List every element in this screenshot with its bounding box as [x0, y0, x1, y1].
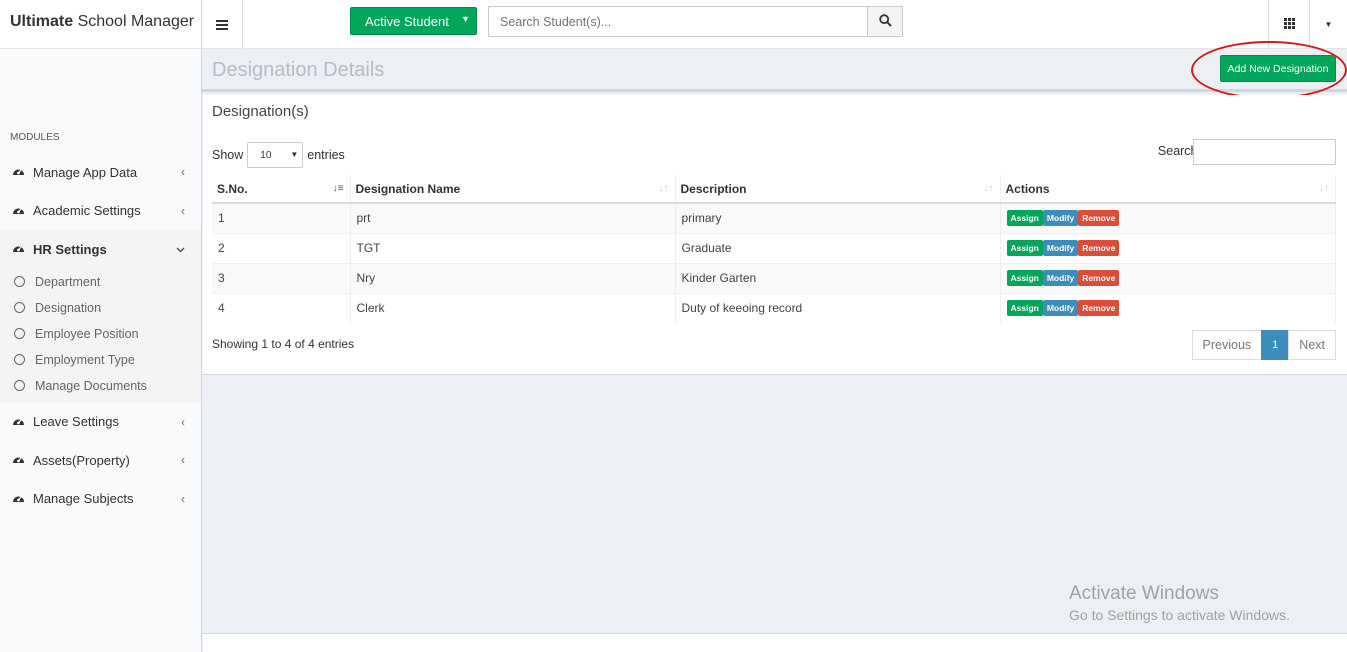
modify-button[interactable]: Modify — [1042, 300, 1079, 317]
sidebar-subitem-designation[interactable]: Designation — [0, 295, 201, 321]
assign-button[interactable]: Assign — [1006, 240, 1043, 256]
chevron-left-icon: ‹ — [181, 414, 185, 429]
sidebar-item-label: Leave Settings — [33, 414, 120, 430]
entries-length-control: Show 10 ▼ entries — [212, 142, 345, 168]
row-actions: Assign Modify Remove — [1000, 262, 1336, 293]
sidebar-item-academic-settings[interactable]: Academic Settings ‹ — [0, 192, 201, 231]
chevron-left-icon: ‹ — [181, 453, 185, 468]
entries-per-page-select[interactable]: 10 ▼ — [247, 142, 304, 168]
table-info-text: Showing 1 to 4 of 4 entries — [212, 337, 355, 351]
sidebar-item-label: Manage Subjects — [33, 491, 134, 507]
sort-asc-icon: ↓≡ — [332, 183, 344, 194]
assign-button[interactable]: Assign — [1006, 210, 1043, 227]
dashboard-icon — [12, 492, 26, 506]
chevron-down-icon — [176, 242, 185, 256]
table-row: 1 prt primary Assign Modify Remove — [212, 202, 1336, 233]
windows-activation-watermark: Activate Windows Go to Settings to activ… — [1069, 583, 1290, 623]
circle-icon — [14, 276, 25, 287]
caret-down-icon: ▼ — [1324, 20, 1333, 29]
sidebar-item-hr-settings[interactable]: HR Settings — [0, 230, 201, 269]
column-header-sno[interactable]: S.No. ↓≡ — [212, 175, 351, 204]
sidebar-subitem-manage-documents[interactable]: Manage Documents — [0, 373, 201, 399]
page-title: Designation Details — [212, 59, 385, 81]
active-student-dropdown[interactable]: Active Student ▼ — [350, 7, 477, 35]
sidebar-item-leave-settings[interactable]: Leave Settings ‹ — [0, 403, 201, 442]
dashboard-icon — [12, 204, 26, 218]
sidebar: Ultimate School Manager MODULES Manage A… — [0, 0, 202, 652]
circle-icon — [14, 380, 25, 391]
assign-button[interactable]: Assign — [1006, 270, 1043, 286]
circle-icon — [14, 354, 25, 365]
table-row: 4 Clerk Duty of keeoing record Assign Mod… — [212, 292, 1336, 323]
row-actions: Assign Modify Remove — [1000, 232, 1336, 263]
sidebar-item-assets[interactable]: Assets(Property) ‹ — [0, 441, 201, 480]
pagination-page-1[interactable]: 1 — [1261, 330, 1290, 360]
sidebar-subitem-department[interactable]: Department — [0, 269, 201, 295]
sidebar-item-label: Academic Settings — [33, 203, 141, 219]
caret-down-icon: ▼ — [290, 150, 299, 159]
sidebar-item-label: Assets(Property) — [33, 452, 130, 468]
pagination-previous[interactable]: Previous — [1191, 330, 1263, 360]
column-header-designation-name[interactable]: Designation Name ↓↑ — [350, 175, 676, 204]
apps-grid-button[interactable] — [1268, 0, 1309, 49]
search-button[interactable] — [867, 6, 903, 37]
row-actions: Assign Modify Remove — [1000, 202, 1336, 233]
sidebar-item-label: Manage App Data — [33, 164, 138, 180]
sort-icon: ↓↑ — [1319, 183, 1329, 194]
pagination-next[interactable]: Next — [1288, 330, 1336, 360]
table-row: 2 TGT Graduate Assign Modify Remove — [212, 232, 1336, 263]
remove-button[interactable]: Remove — [1078, 210, 1120, 227]
search-icon — [878, 13, 892, 30]
add-new-designation-button[interactable]: Add New Designation — [1220, 55, 1336, 82]
sort-icon: ↓↑ — [983, 183, 994, 194]
modify-button[interactable]: Modify — [1042, 210, 1079, 227]
box-title: Designation(s) — [212, 103, 309, 120]
table-row: 3 Nry Kinder Garten Assign Modify Remove — [212, 262, 1336, 293]
brand-logo[interactable]: Ultimate School Manager — [0, 0, 201, 49]
dashboard-icon — [12, 415, 26, 429]
grid-icon — [1283, 17, 1295, 32]
caret-down-icon: ▼ — [461, 14, 470, 24]
sidebar-subitem-employment-type[interactable]: Employment Type — [0, 347, 201, 373]
remove-button[interactable]: Remove — [1078, 240, 1120, 256]
user-menu-dropdown[interactable]: ▼ — [1309, 0, 1347, 49]
remove-button[interactable]: Remove — [1078, 270, 1120, 286]
assign-button[interactable]: Assign — [1006, 300, 1043, 317]
chevron-left-icon: ‹ — [181, 165, 185, 180]
dashboard-icon — [12, 242, 26, 256]
pagination: Previous 1 Next — [1191, 330, 1336, 360]
column-header-description[interactable]: Description ↓↑ — [675, 175, 1001, 204]
column-header-actions[interactable]: Actions ↓↑ — [1000, 175, 1336, 204]
designation-box: Designation(s) Show 10 ▼ entries Search:… — [203, 95, 1347, 375]
student-search-input[interactable] — [488, 6, 868, 37]
modify-button[interactable]: Modify — [1042, 240, 1079, 256]
remove-button[interactable]: Remove — [1078, 300, 1120, 317]
modules-heading: MODULES — [10, 132, 60, 143]
circle-icon — [14, 302, 25, 313]
modify-button[interactable]: Modify — [1042, 270, 1079, 286]
chevron-left-icon: ‹ — [181, 203, 185, 218]
designation-table: S.No. ↓≡ Designation Name ↓↑ Description ↓↑… — [212, 175, 1336, 323]
chevron-left-icon: ‹ — [181, 491, 185, 506]
circle-icon — [14, 328, 25, 339]
dashboard-icon — [12, 453, 26, 467]
sidebar-item-manage-app-data[interactable]: Manage App Data ‹ — [0, 153, 201, 192]
table-search-input[interactable] — [1193, 139, 1336, 165]
hr-settings-submenu: Department Designation Employee Position… — [0, 268, 201, 403]
sidebar-item-manage-subjects[interactable]: Manage Subjects ‹ — [0, 480, 201, 519]
top-navbar: Active Student ▼ ▼ — [202, 0, 1347, 49]
sort-icon: ↓↑ — [658, 183, 669, 194]
content-header: Designation Details Add New Designation — [202, 41, 1347, 99]
dashboard-icon — [12, 165, 26, 179]
footer — [203, 633, 1347, 652]
sidebar-subitem-employee-position[interactable]: Employee Position — [0, 321, 201, 347]
sidebar-item-label: HR Settings — [33, 241, 107, 257]
menu-toggle-icon[interactable] — [202, 0, 243, 49]
row-actions: Assign Modify Remove — [1000, 292, 1336, 323]
